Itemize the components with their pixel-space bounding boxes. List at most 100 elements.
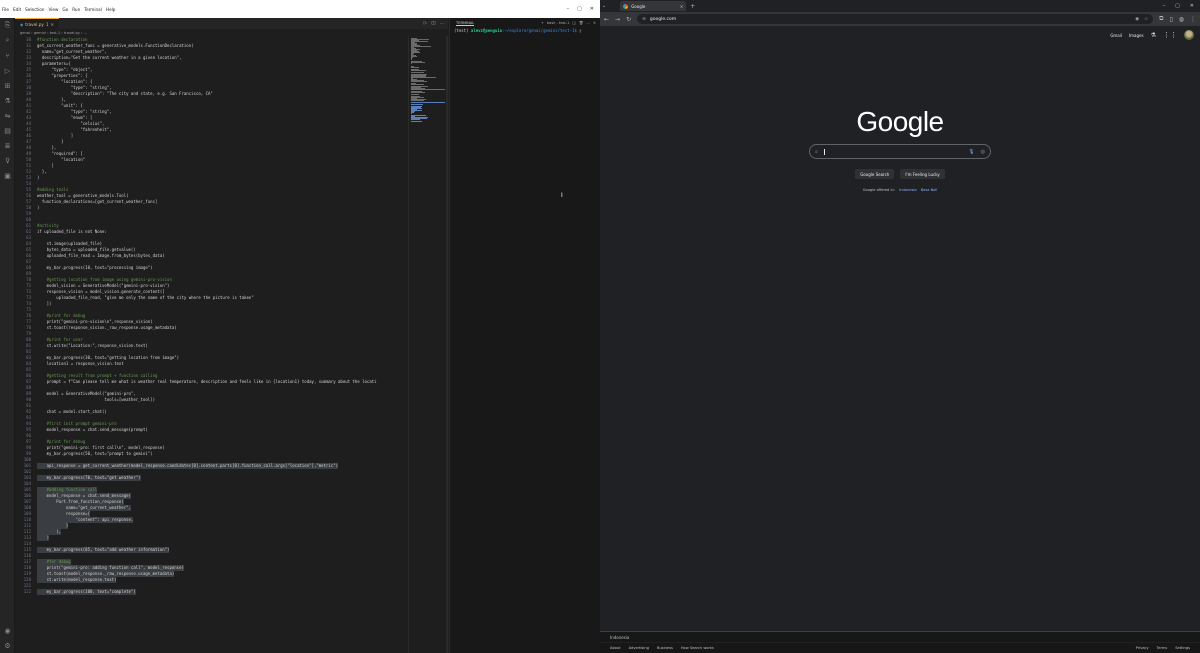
code-line[interactable]: prompt = f"Can please tell me what is we…: [37, 379, 377, 385]
terminal-icon[interactable]: ▣: [0, 168, 15, 183]
tab-close-icon[interactable]: ✕: [51, 22, 55, 27]
footer-business-link[interactable]: Business: [657, 646, 673, 650]
lang-indonesia-link[interactable]: Indonesia: [899, 188, 916, 192]
split-editor-icon[interactable]: ◫: [431, 21, 435, 26]
code-line[interactable]: my_bar.progress(100, text="complete"): [37, 589, 136, 595]
gmail-link[interactable]: Gmail: [1110, 33, 1122, 38]
feeling-lucky-button[interactable]: I'm Feeling Lucky: [900, 169, 945, 179]
code-line[interactable]: tools=[weather_tool]): [37, 397, 155, 403]
footer-how-search-works-link[interactable]: How Search works: [681, 646, 714, 650]
tab-travel-py[interactable]: ◆ travel.py 1 ✕: [15, 18, 60, 29]
terminal-panel[interactable]: TERMINAL + bash - test-1 ◫ 🗑 … ✕ (test) …: [449, 18, 600, 653]
filter-icon[interactable]: ⊽: [0, 153, 15, 168]
code-line[interactable]: model_response = chat.send_message(promp…: [37, 427, 148, 433]
maximize-icon[interactable]: ▢: [1175, 3, 1180, 9]
avatar[interactable]: [1184, 30, 1194, 40]
new-terminal-icon[interactable]: +: [541, 21, 544, 25]
source-control-icon[interactable]: ⑂: [0, 48, 15, 63]
tab-terminal[interactable]: TERMINAL: [456, 21, 475, 26]
testing-icon[interactable]: ⚗: [0, 93, 15, 108]
account-icon[interactable]: ◉: [0, 623, 15, 638]
new-tab-icon[interactable]: +: [690, 3, 695, 10]
code-line[interactable]: if uploaded_file is not None:: [37, 229, 107, 235]
code-line[interactable]: uploaded_file_read = Image.from_bytes(by…: [37, 253, 165, 259]
code-line[interactable]: st.toast(response_vision._raw_response.u…: [37, 325, 177, 331]
explorer-icon[interactable]: ⎘: [0, 18, 15, 33]
menu-file[interactable]: File: [2, 7, 9, 12]
extensions-icon[interactable]: ⧉: [1159, 15, 1163, 23]
minimize-icon[interactable]: –: [567, 6, 570, 12]
menu-edit[interactable]: Edit: [13, 7, 21, 12]
code-line[interactable]: ): [37, 535, 50, 541]
code-line[interactable]: st.write(model_response.text): [37, 577, 117, 583]
code-line[interactable]: ): [37, 175, 39, 181]
search-input[interactable]: ⌕ 🎙 ◎: [809, 144, 991, 159]
code-line[interactable]: my_bar.progress(70, text="get weather"): [37, 475, 141, 481]
footer-terms-link[interactable]: Terms: [1157, 646, 1168, 650]
eye-icon[interactable]: ◉: [1135, 17, 1139, 22]
code-editor[interactable]: 30 #function declaration 31 get_current_wea…: [15, 36, 408, 653]
chrome-menu-icon[interactable]: ⋮: [1190, 16, 1196, 23]
footer-advertising-link[interactable]: Advertising: [629, 646, 649, 650]
address-bar[interactable]: ⊜ google.com ◉ ☆: [637, 14, 1154, 24]
code-line[interactable]: st.write("Location:",response_vision.tex…: [37, 343, 148, 349]
more-icon[interactable]: …: [586, 21, 590, 25]
close-panel-icon[interactable]: ✕: [593, 21, 596, 25]
minimap[interactable]: [408, 36, 448, 653]
menu-help[interactable]: Help: [106, 7, 116, 12]
run-debug-icon[interactable]: ▷: [0, 63, 15, 78]
forward-icon[interactable]: →: [615, 16, 620, 23]
close-icon[interactable]: ✕: [1190, 3, 1194, 9]
voice-search-icon[interactable]: 🎙: [968, 149, 974, 155]
settings-gear-icon[interactable]: ⚙: [0, 638, 15, 653]
tab-google[interactable]: Google ✕: [620, 1, 687, 11]
database-icon[interactable]: ≣: [0, 138, 15, 153]
code-line[interactable]: api_response = get_current_weather(model…: [37, 463, 339, 469]
tab-close-icon[interactable]: ✕: [680, 4, 683, 9]
maximize-icon[interactable]: ▢: [577, 6, 582, 12]
footer-settings-link[interactable]: Settings: [1175, 646, 1190, 650]
back-icon[interactable]: ←: [604, 16, 609, 23]
search-icon[interactable]: ⌕: [0, 33, 15, 48]
minimize-icon[interactable]: –: [1163, 3, 1166, 9]
lens-camera-icon[interactable]: ◎: [981, 149, 985, 155]
lang-basa-bali-link[interactable]: Basa Bali: [921, 188, 938, 192]
code-line[interactable]: function_declarations=[get_current_weath…: [37, 199, 158, 205]
profile-icon[interactable]: ◍: [1179, 16, 1184, 23]
split-terminal-icon[interactable]: ◫: [572, 21, 575, 25]
docker-icon[interactable]: ▤: [0, 123, 15, 138]
run-file-icon[interactable]: ▷: [424, 21, 427, 26]
remote-icon[interactable]: ⇋: [0, 108, 15, 123]
close-icon[interactable]: ✕: [590, 6, 594, 12]
footer-about-link[interactable]: About: [610, 646, 621, 650]
more-actions-icon[interactable]: …: [440, 21, 445, 26]
menu-go[interactable]: Go: [62, 7, 68, 12]
code-line[interactable]: chat = model.start_chat(): [37, 409, 107, 415]
apps-grid-icon[interactable]: ⋮⋮: [1163, 31, 1177, 39]
code-line[interactable]: ]): [37, 301, 52, 307]
tab-search-icon[interactable]: ⌄: [602, 3, 606, 9]
footer-privacy-link[interactable]: Privacy: [1136, 646, 1149, 650]
code-line[interactable]: my_bar.progress(50, text="prompt to gemi…: [37, 451, 153, 457]
menu-run[interactable]: Run: [72, 7, 80, 12]
code-line[interactable]: my_bar.progress(85, text="add weather in…: [37, 547, 170, 553]
google-search-button[interactable]: Google Search: [855, 169, 895, 179]
code-line[interactable]: uploaded_file_read, "give me only the na…: [37, 295, 253, 301]
extensions-icon[interactable]: ⊞: [0, 78, 15, 93]
menu-view[interactable]: View: [48, 7, 58, 12]
bookmark-star-icon[interactable]: ☆: [1144, 17, 1148, 22]
menu-selection[interactable]: Selection: [25, 7, 44, 12]
menu-terminal[interactable]: Terminal: [84, 7, 102, 12]
code-line[interactable]: ): [37, 205, 39, 211]
side-panel-icon[interactable]: ▯: [1169, 16, 1172, 23]
code-line[interactable]: location1 = response_vision.text: [37, 361, 124, 367]
code-line[interactable]: my_bar.progress(10, text="processing ima…: [37, 265, 153, 271]
terminal-tab-name[interactable]: bash - test-1: [547, 21, 570, 25]
images-link[interactable]: Images: [1129, 33, 1144, 38]
labs-flask-icon[interactable]: ⚗: [1151, 32, 1156, 39]
trash-icon[interactable]: 🗑: [579, 21, 584, 25]
editor-scrollbar[interactable]: [446, 36, 448, 653]
site-info-icon[interactable]: ⊜: [642, 17, 646, 22]
breadcrumb[interactable]: genai › gemini › test-1 › travel.py › ..…: [15, 29, 448, 36]
reload-icon[interactable]: ↻: [626, 16, 631, 23]
